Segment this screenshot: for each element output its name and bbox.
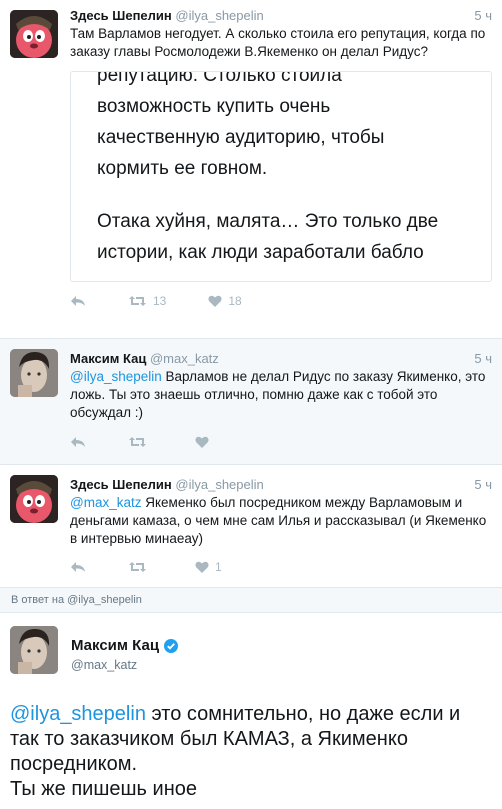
reply-icon — [71, 296, 85, 306]
heart-icon — [195, 561, 209, 573]
reply-button[interactable] — [70, 436, 86, 448]
tweet-text: @ilya_shepelin Варламов не делал Ридус п… — [70, 368, 492, 422]
heart-icon — [195, 436, 209, 448]
reply-context[interactable]: В ответ на @ilya_shepelin — [0, 588, 502, 613]
author-handle[interactable]: @max_katz — [71, 657, 492, 674]
author-name[interactable]: Здесь Шепелин — [70, 477, 172, 492]
author-handle[interactable]: @max_katz — [150, 351, 219, 366]
mention-link[interactable]: @ilya_shepelin — [70, 369, 162, 384]
retweet-count: 13 — [153, 294, 167, 308]
mention-link[interactable]: @ilya_shepelin — [10, 703, 146, 725]
avatar-image-icon — [10, 10, 58, 58]
timestamp[interactable]: 5 ч — [474, 7, 492, 24]
mention-link[interactable]: @max_katz — [70, 495, 141, 510]
like-button[interactable]: 1 — [195, 560, 222, 574]
like-count: 1 — [215, 560, 222, 574]
tweet-header: Здесь Шепелин @ilya_shepelin 5 ч — [70, 7, 492, 24]
avatar[interactable] — [10, 475, 58, 523]
main-tweet-header: Максим Кац @max_katz — [71, 625, 492, 674]
heart-icon — [208, 295, 222, 307]
author-name[interactable]: Максим Кац — [71, 636, 159, 655]
retweet-icon — [129, 296, 146, 306]
tweet-actions: 1 — [70, 556, 492, 578]
reply-button[interactable] — [70, 561, 86, 573]
reply-icon — [71, 437, 85, 447]
author-handle[interactable]: @ilya_shepelin — [175, 8, 263, 23]
reply-icon — [71, 562, 85, 572]
card-line: репутацию. Столько стоила — [97, 71, 342, 86]
timestamp[interactable]: 5 ч — [474, 350, 492, 367]
avatar-image-icon — [10, 475, 58, 523]
retweet-button[interactable]: 13 — [128, 294, 166, 308]
tweet-3[interactable]: Здесь Шепелин @ilya_shepelin 5 ч @max_ka… — [0, 465, 502, 588]
avatar[interactable] — [10, 349, 58, 397]
card-line: качественную аудиторию, чтобы — [97, 127, 385, 148]
tweet-2[interactable]: Максим Кац @max_katz 5 ч @ilya_shepelin … — [0, 339, 502, 465]
tweet-header: Здесь Шепелин @ilya_shepelin 5 ч — [70, 476, 492, 493]
author-name[interactable]: Максим Кац — [70, 351, 146, 366]
main-tweet-text-part2: Ты же пишешь иное — [10, 778, 197, 800]
main-tweet-text: @ilya_shepelin это сомнительно, но даже … — [10, 702, 492, 802]
author-handle[interactable]: @ilya_shepelin — [175, 477, 263, 492]
tweet-text: @max_katz Якеменко был посредником между… — [70, 494, 492, 548]
avatar-image-icon — [10, 349, 58, 397]
reply-button[interactable] — [70, 295, 86, 307]
author-name[interactable]: Здесь Шепелин — [70, 8, 172, 23]
retweet-button[interactable] — [128, 436, 153, 448]
avatar[interactable] — [10, 626, 58, 674]
card-line: Отака хуйня, малята… Это только две — [97, 211, 439, 232]
card-line: возможность купить очень — [97, 96, 331, 117]
retweet-button[interactable] — [128, 561, 153, 573]
tweet-text: Там Варламов негодует. А сколько стоила … — [70, 26, 486, 59]
verified-badge-icon — [164, 638, 179, 653]
tweet-actions — [70, 431, 492, 453]
card-line: истории, как люди заработали бабло — [97, 242, 424, 263]
author-name-row: Максим Кац — [71, 636, 492, 655]
card-line: кормить ее говном. — [97, 158, 268, 179]
retweet-icon — [129, 562, 146, 572]
card-gap — [97, 184, 471, 206]
like-button[interactable] — [195, 436, 215, 448]
avatar[interactable] — [10, 10, 58, 58]
tweet-1[interactable]: Здесь Шепелин @ilya_shepelin 5 ч Там Вар… — [0, 0, 502, 339]
tweet-actions: 13 18 — [70, 290, 492, 312]
like-button[interactable]: 18 — [208, 294, 242, 308]
like-count: 18 — [228, 294, 242, 308]
retweet-icon — [129, 437, 146, 447]
tweet-header: Максим Кац @max_katz 5 ч — [70, 350, 492, 367]
main-tweet: Максим Кац @max_katz @ilya_shepelin это … — [0, 613, 502, 802]
embedded-image-card[interactable]: репутацию. Столько стоила возможность ку… — [70, 71, 492, 282]
timestamp[interactable]: 5 ч — [474, 476, 492, 493]
avatar-image-icon — [10, 626, 58, 674]
